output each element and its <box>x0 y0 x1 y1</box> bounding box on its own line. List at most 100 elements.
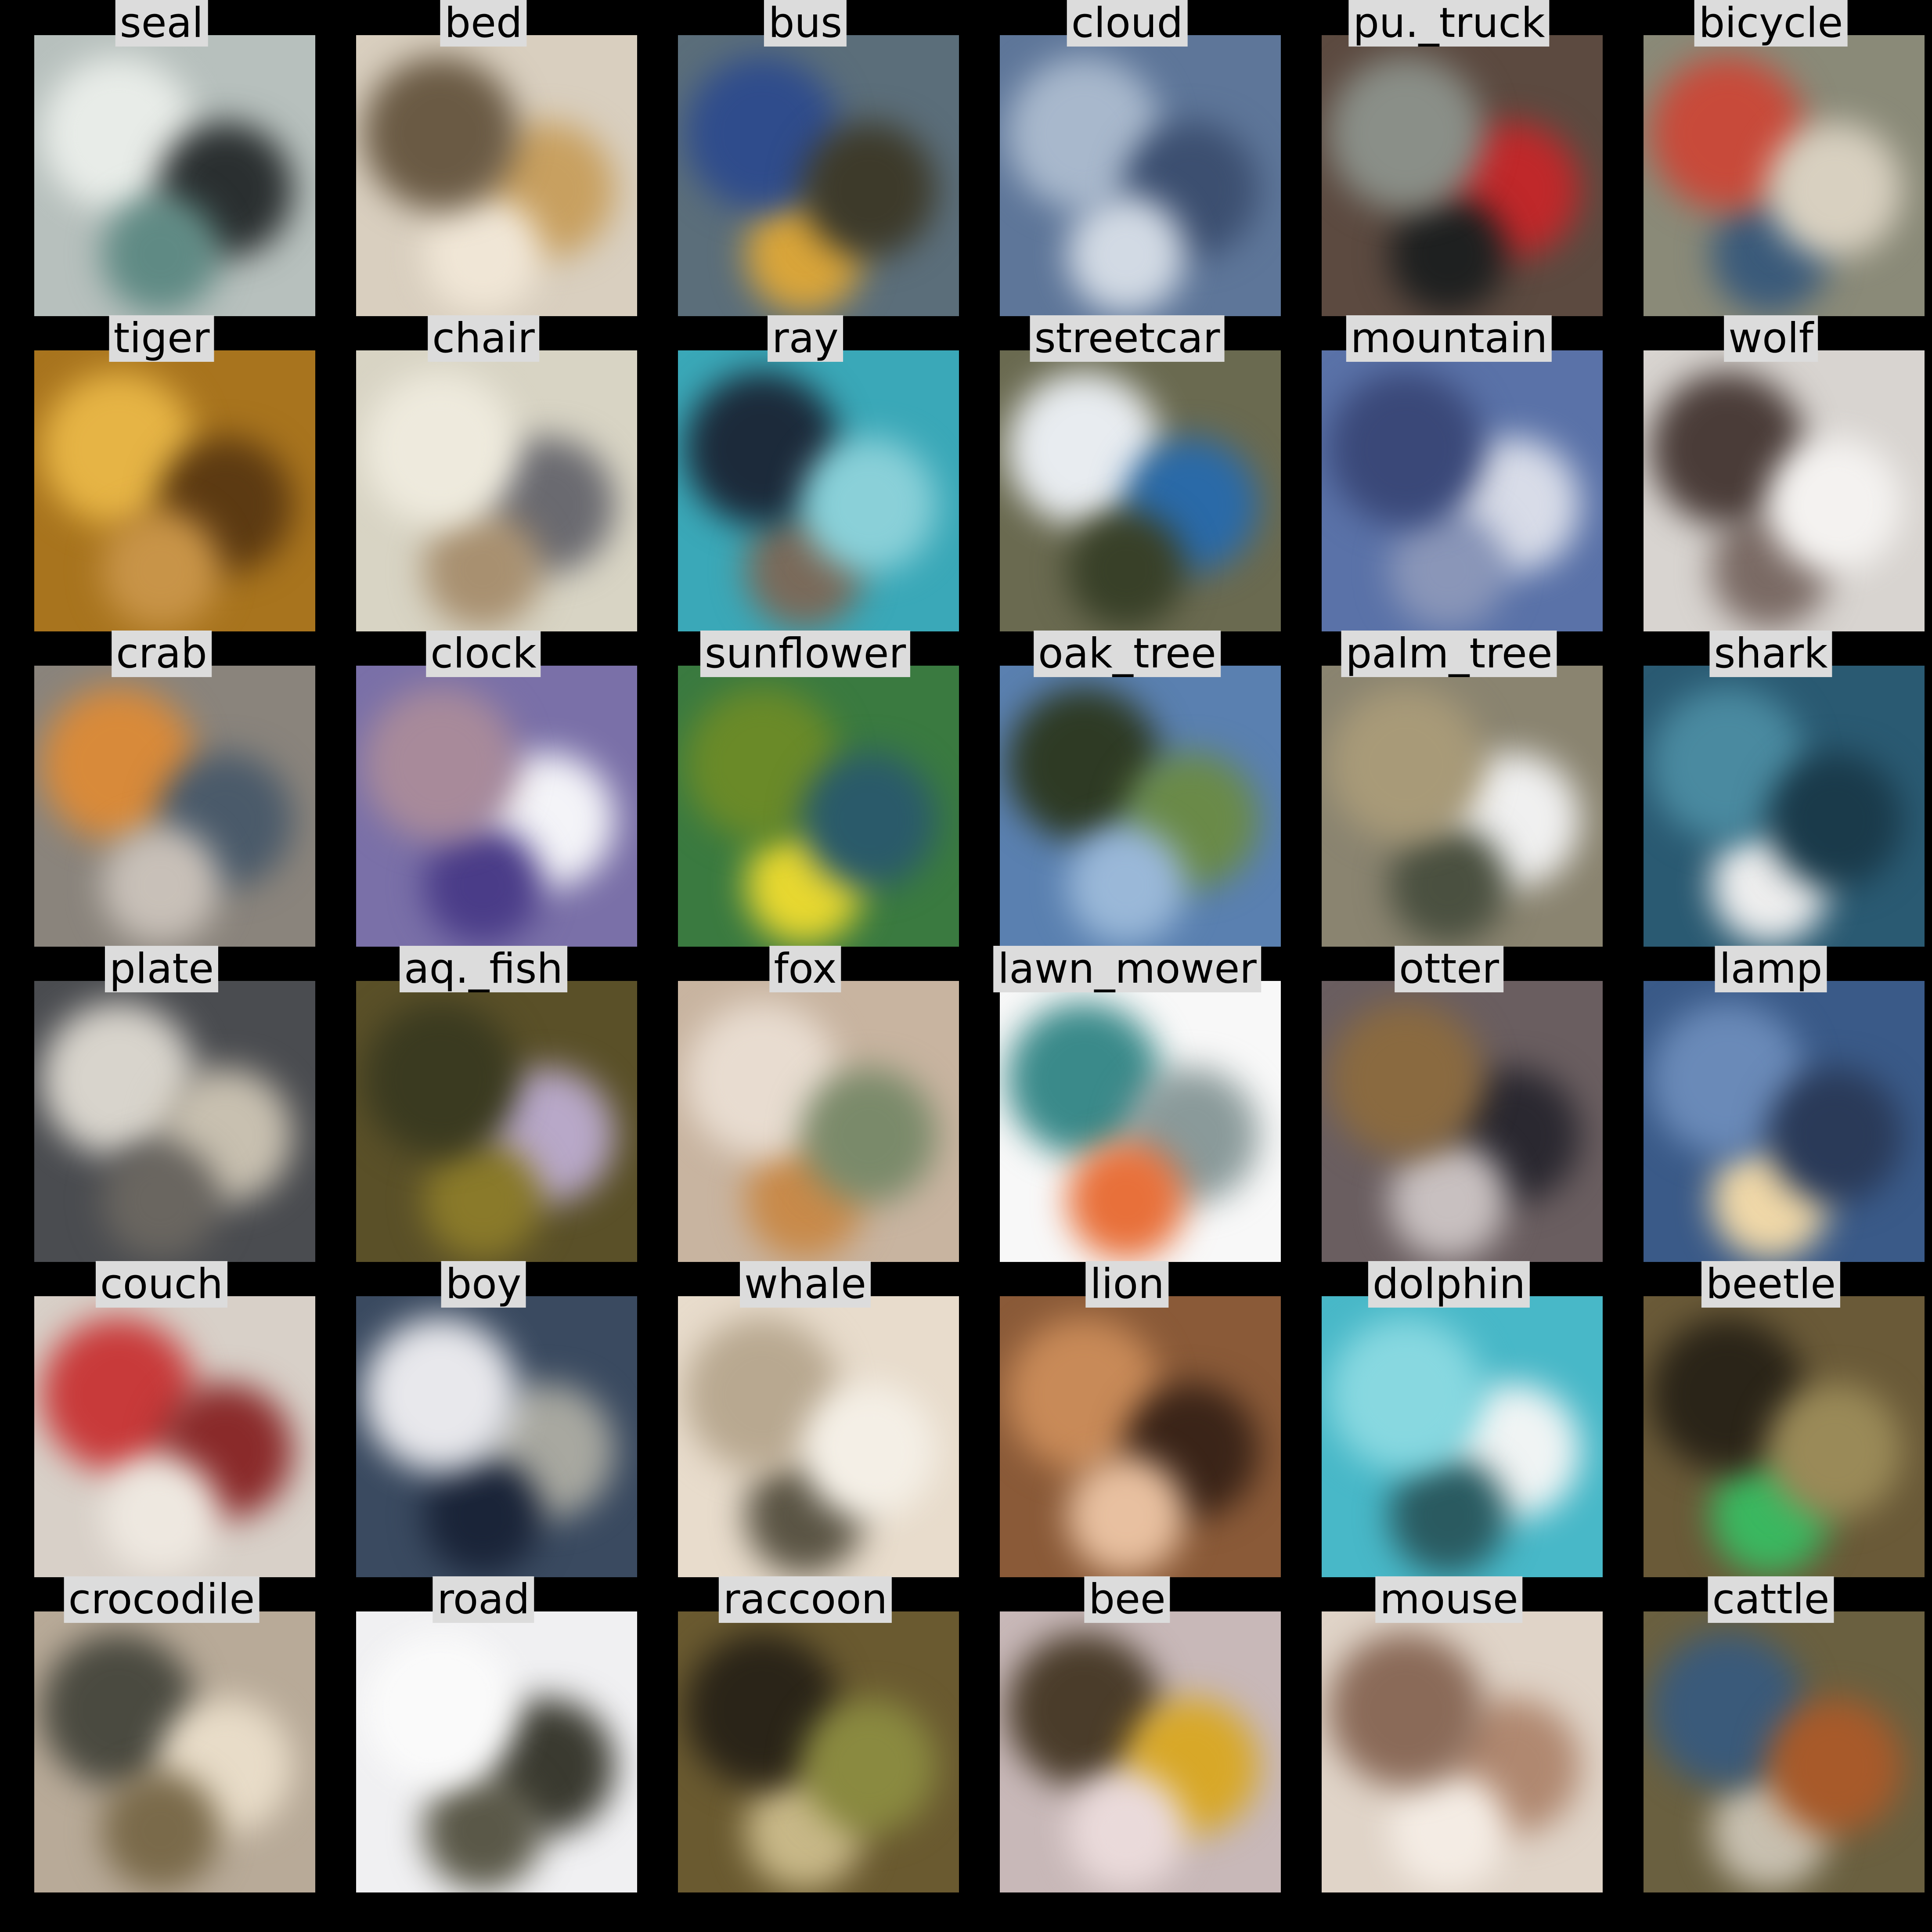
image-texture <box>363 371 518 526</box>
image-texture <box>801 122 937 257</box>
tile-label: couch <box>95 1261 228 1308</box>
image-texture <box>1767 1383 1902 1518</box>
image-texture <box>423 825 542 944</box>
tile-label: bicycle <box>1694 0 1848 47</box>
image-texture <box>101 1456 220 1575</box>
image-texture <box>1329 1633 1483 1787</box>
image-tile <box>1000 666 1281 947</box>
tile-label: tiger <box>109 315 214 362</box>
image-tile <box>1644 35 1925 316</box>
tile-label: cloud <box>1067 0 1188 47</box>
image-tile <box>1644 666 1925 947</box>
tile-label: ray <box>768 315 843 362</box>
tile-label: bus <box>764 0 847 47</box>
image-tile <box>1000 981 1281 1262</box>
image-texture <box>101 195 220 314</box>
tile-label: plate <box>105 946 219 992</box>
image-texture <box>423 1141 542 1259</box>
tile-label: lamp <box>1715 946 1827 992</box>
image-texture <box>363 56 518 211</box>
image-texture <box>1067 1456 1186 1575</box>
tile-label: cattle <box>1708 1576 1834 1623</box>
image-texture <box>1067 195 1186 314</box>
image-tile <box>1322 350 1603 631</box>
image-texture <box>801 753 937 888</box>
image-texture <box>1329 1317 1483 1472</box>
image-tile <box>356 981 637 1262</box>
image-texture <box>1389 195 1507 314</box>
image-texture <box>101 825 220 944</box>
image-texture <box>363 1633 518 1787</box>
image-tile <box>1644 981 1925 1262</box>
tile-label: bee <box>1084 1576 1170 1623</box>
image-texture <box>1389 510 1507 629</box>
image-texture <box>1767 122 1902 257</box>
image-tile <box>356 666 637 947</box>
image-texture <box>1767 1068 1902 1203</box>
tile-label: dolphin <box>1368 1261 1530 1308</box>
image-texture <box>1067 510 1186 629</box>
image-tile <box>678 1611 959 1892</box>
image-tile <box>1322 1611 1603 1892</box>
image-texture <box>1767 1698 1902 1834</box>
tile-label: crab <box>112 631 212 677</box>
tile-label: lion <box>1085 1261 1169 1308</box>
image-tile <box>34 1296 315 1577</box>
image-texture <box>363 1317 518 1472</box>
image-tile <box>356 350 637 631</box>
tile-label: oak_tree <box>1034 631 1221 677</box>
image-texture <box>363 687 518 841</box>
image-grid: seal bed bus cloud pu._truck bicycle tiger chai… <box>0 0 1932 1932</box>
image-tile <box>678 1296 959 1577</box>
image-texture <box>1389 1141 1507 1259</box>
image-texture <box>1329 56 1483 211</box>
image-texture <box>363 1002 518 1157</box>
image-texture <box>1067 1771 1186 1890</box>
image-texture <box>1389 825 1507 944</box>
image-tile <box>1322 1296 1603 1577</box>
image-texture <box>801 1698 937 1834</box>
tile-label: clock <box>426 631 541 677</box>
tile-label: streetcar <box>1030 315 1225 362</box>
image-texture <box>1767 753 1902 888</box>
image-texture <box>101 1141 220 1259</box>
tile-label: shark <box>1709 631 1832 677</box>
tile-label: mouse <box>1375 1576 1523 1623</box>
image-texture <box>101 1771 220 1890</box>
tile-label: lawn_mower <box>993 946 1261 992</box>
image-tile <box>1644 1611 1925 1892</box>
image-tile <box>678 666 959 947</box>
image-texture <box>101 510 220 629</box>
tile-label: seal <box>115 0 208 47</box>
image-tile <box>1322 35 1603 316</box>
image-tile <box>678 35 959 316</box>
image-tile <box>1000 1296 1281 1577</box>
tile-label: raccoon <box>718 1576 892 1623</box>
image-tile <box>356 1296 637 1577</box>
image-tile <box>1322 981 1603 1262</box>
image-tile <box>34 350 315 631</box>
image-tile <box>1000 1611 1281 1892</box>
image-texture <box>423 510 542 629</box>
image-texture <box>1067 1141 1186 1259</box>
image-tile <box>1644 350 1925 631</box>
tile-label: chair <box>428 315 539 362</box>
tile-label: mountain <box>1346 315 1552 362</box>
image-texture <box>801 1383 937 1518</box>
image-tile <box>678 981 959 1262</box>
image-tile <box>1000 35 1281 316</box>
image-texture <box>1389 1771 1507 1890</box>
image-tile <box>678 350 959 631</box>
image-texture <box>801 1068 937 1203</box>
tile-label: wolf <box>1724 315 1818 362</box>
image-tile <box>34 1611 315 1892</box>
image-texture <box>1329 687 1483 841</box>
tile-label: bed <box>440 0 527 47</box>
image-texture <box>801 437 937 573</box>
tile-label: palm_tree <box>1341 631 1557 677</box>
image-texture <box>1329 371 1483 526</box>
tile-label: crocodile <box>64 1576 260 1623</box>
image-texture <box>1329 1002 1483 1157</box>
image-texture <box>1067 825 1186 944</box>
tile-label: aq._fish <box>400 946 567 992</box>
